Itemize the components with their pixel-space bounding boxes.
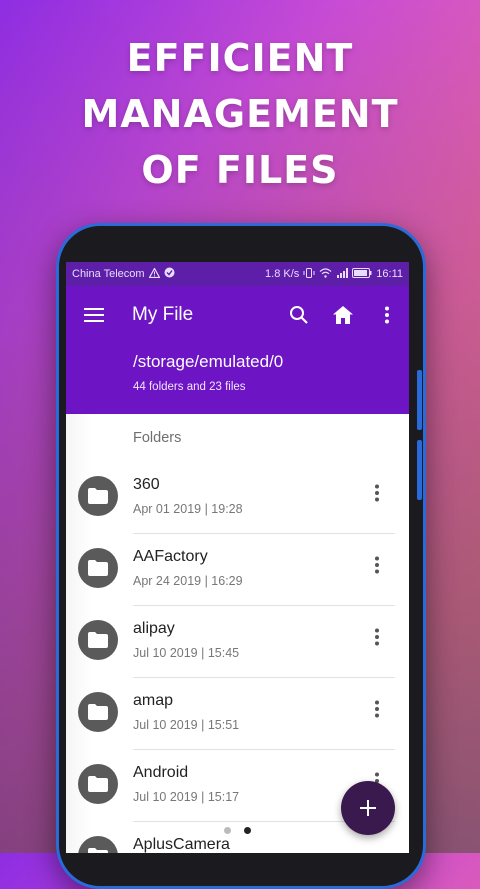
folder-name: AAFactory (133, 548, 208, 565)
path-header: /storage/emulated/0 44 folders and 23 fi… (66, 344, 409, 414)
battery-icon (352, 267, 372, 281)
section-header-folders: Folders (133, 430, 182, 446)
vibrate-icon (303, 267, 315, 281)
carrier-name: China Telecom (72, 268, 145, 280)
phone-power-button (417, 440, 422, 500)
screen-edge-shadow (66, 413, 92, 853)
pager-indicator (224, 827, 251, 834)
folder-name: alipay (133, 620, 175, 637)
current-path[interactable]: /storage/emulated/0 (133, 344, 409, 372)
wifi-icon (319, 267, 332, 281)
add-fab-button[interactable] (341, 781, 395, 835)
headline-line-2: MANAGEMENT (81, 92, 399, 136)
item-more-icon[interactable] (371, 484, 383, 508)
folder-date: Jul 10 2019 | 15:51 (133, 718, 240, 732)
warning-icon (148, 266, 161, 281)
signal-icon (336, 267, 349, 281)
app-toolbar: My File (66, 286, 409, 344)
list-item[interactable]: 360 Apr 01 2019 | 19:28 (66, 462, 409, 534)
toolbar-title: My File (132, 304, 194, 325)
status-bar: China Telecom 1.8 K/s 16:11 (66, 262, 409, 286)
list-item[interactable]: AAFactory Apr 24 2019 | 16:29 (66, 534, 409, 606)
folder-name: amap (133, 692, 174, 709)
folder-name: 360 (133, 476, 160, 493)
folder-date: Jul 10 2019 | 15:17 (133, 790, 240, 804)
path-summary: 44 folders and 23 files (133, 381, 246, 393)
phone-volume-button (417, 370, 422, 430)
promo-headline: EFFICIENT MANAGEMENT OF FILES (0, 30, 480, 198)
folder-name: Android (133, 764, 189, 781)
home-icon[interactable] (321, 306, 365, 324)
plus-icon (360, 800, 376, 816)
phone-screen: China Telecom 1.8 K/s 16:11 My File /sto… (66, 262, 409, 853)
item-more-icon[interactable] (371, 700, 383, 724)
network-speed: 1.8 K/s (265, 268, 300, 280)
folder-name: AplusCamera (133, 836, 230, 853)
folder-date: Jul 10 2019 | 15:45 (133, 646, 240, 660)
pager-dot-active[interactable] (244, 827, 251, 834)
folder-date: Apr 01 2019 | 19:28 (133, 502, 243, 516)
headline-line-1: EFFICIENT (126, 36, 354, 80)
list-item[interactable]: amap Jul 10 2019 | 15:51 (66, 678, 409, 750)
item-more-icon[interactable] (371, 556, 383, 580)
pager-dot[interactable] (224, 827, 231, 834)
list-item[interactable]: alipay Jul 10 2019 | 15:45 (66, 606, 409, 678)
search-icon[interactable] (277, 305, 321, 325)
notification-icon (164, 267, 175, 281)
folder-date: Apr 24 2019 | 16:29 (133, 574, 243, 588)
menu-icon[interactable] (66, 307, 122, 323)
item-more-icon[interactable] (371, 628, 383, 652)
more-vert-icon[interactable] (365, 306, 409, 324)
clock: 16:11 (376, 268, 403, 280)
headline-line-3: OF FILES (141, 148, 339, 192)
